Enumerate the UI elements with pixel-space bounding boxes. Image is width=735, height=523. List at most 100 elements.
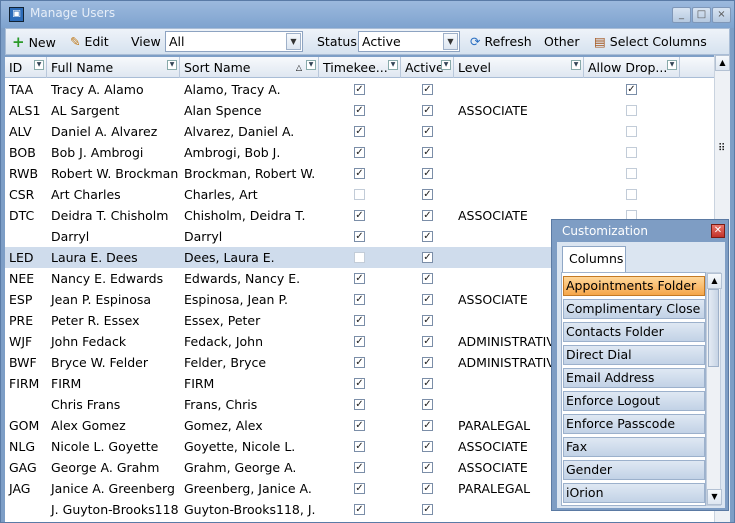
checkbox-drop[interactable]	[626, 189, 637, 200]
checkbox-time[interactable]: ✓	[354, 441, 365, 452]
checkbox-time[interactable]: ✓	[354, 84, 365, 95]
close-icon[interactable]: ✕	[711, 224, 725, 238]
checkbox-active[interactable]: ✓	[422, 210, 433, 221]
filter-icon[interactable]: ▼	[441, 60, 451, 70]
checkbox-time[interactable]: ✓	[354, 378, 365, 389]
checkbox-active[interactable]: ✓	[422, 357, 433, 368]
checkbox-active[interactable]: ✓	[422, 483, 433, 494]
checkbox-drop[interactable]	[626, 105, 637, 116]
checkbox-active[interactable]: ✓	[422, 504, 433, 515]
minimize-button[interactable]: _	[672, 7, 691, 23]
checkbox-time[interactable]: ✓	[354, 210, 365, 221]
edit-button[interactable]: ✎ Edit	[70, 33, 109, 51]
column-header-active[interactable]: Active ▼	[401, 57, 454, 78]
status-select[interactable]: Active ▼	[358, 31, 460, 52]
checkbox-active[interactable]: ✓	[422, 273, 433, 284]
checkbox-time[interactable]: ✓	[354, 273, 365, 284]
filter-icon[interactable]: ▼	[667, 60, 677, 70]
filter-icon[interactable]: ▼	[306, 60, 316, 70]
table-row[interactable]: TAA Tracy A. Alamo Alamo, Tracy A. ✓ ✓ ✓	[5, 79, 714, 100]
column-list-item[interactable]: Complimentary Close	[563, 299, 705, 319]
filter-icon[interactable]: ▼	[388, 60, 398, 70]
checkbox-time[interactable]: ✓	[354, 105, 365, 116]
checkbox-time[interactable]	[354, 252, 365, 263]
scroll-up-icon[interactable]: ▲	[715, 55, 730, 71]
checkbox-time[interactable]: ✓	[354, 504, 365, 515]
checkbox-active[interactable]: ✓	[422, 336, 433, 347]
table-row[interactable]: ALS1 AL Sargent Alan Spence ✓ ✓ ASSOCIATE	[5, 100, 714, 121]
maximize-button[interactable]: □	[692, 7, 711, 23]
column-list-item[interactable]: Gender	[563, 460, 705, 480]
table-row[interactable]: ALV Daniel A. Alvarez Alvarez, Daniel A. ✓ ✓	[5, 121, 714, 142]
checkbox-time[interactable]: ✓	[354, 399, 365, 410]
filter-icon[interactable]: ▼	[167, 60, 177, 70]
checkbox-active[interactable]: ✓	[422, 441, 433, 452]
checkbox-active[interactable]: ✓	[422, 126, 433, 137]
checkbox-active[interactable]: ✓	[422, 420, 433, 431]
checkbox-time[interactable]	[354, 189, 365, 200]
checkbox-time[interactable]: ✓	[354, 483, 365, 494]
select-columns-button[interactable]: ▤ Select Columns	[594, 33, 707, 51]
checkbox-time[interactable]: ✓	[354, 420, 365, 431]
close-button[interactable]: ×	[712, 7, 731, 23]
scroll-down-icon[interactable]: ▼	[707, 489, 722, 505]
checkbox-active[interactable]: ✓	[422, 315, 433, 326]
chevron-down-icon[interactable]: ▼	[286, 33, 301, 50]
tab-columns[interactable]: Columns	[562, 246, 626, 272]
column-list-item[interactable]: Fax	[563, 437, 705, 457]
checkbox-time[interactable]: ✓	[354, 231, 365, 242]
checkbox-active[interactable]: ✓	[422, 294, 433, 305]
scroll-thumb[interactable]	[708, 289, 719, 367]
filter-icon[interactable]: ▼	[34, 60, 44, 70]
checkbox-drop[interactable]	[626, 147, 637, 158]
checkbox-active[interactable]: ✓	[422, 399, 433, 410]
checkbox-time[interactable]: ✓	[354, 147, 365, 158]
checkbox-time[interactable]: ✓	[354, 336, 365, 347]
column-list-item[interactable]: Enforce Passcode	[563, 414, 705, 434]
checkbox-time[interactable]: ✓	[354, 357, 365, 368]
column-header-sort-name[interactable]: Sort Name △ ▼	[180, 57, 319, 78]
checkbox-active[interactable]: ✓	[422, 147, 433, 158]
checkbox-active[interactable]: ✓	[422, 462, 433, 473]
chevron-down-icon[interactable]: ▼	[443, 33, 458, 50]
checkbox-time[interactable]: ✓	[354, 315, 365, 326]
table-row[interactable]: RWB Robert W. Brockman Brockman, Robert W.…	[5, 163, 714, 184]
checkbox-active[interactable]: ✓	[422, 252, 433, 263]
checkbox-time[interactable]: ✓	[354, 294, 365, 305]
checkbox-active[interactable]: ✓	[422, 378, 433, 389]
cell-id: TAA	[9, 82, 34, 97]
cell-full-name: Art Charles	[51, 187, 121, 202]
checkbox-active[interactable]: ✓	[422, 105, 433, 116]
column-list-item[interactable]: Direct Dial	[563, 345, 705, 365]
column-list-item[interactable]: Email Address	[563, 368, 705, 388]
checkbox-drop[interactable]	[626, 168, 637, 179]
column-list-item[interactable]: iOrion	[563, 483, 705, 503]
column-header-timekeeper[interactable]: Timekee... ▼	[319, 57, 401, 78]
checkbox-active[interactable]: ✓	[422, 231, 433, 242]
checkbox-drop[interactable]	[626, 126, 637, 137]
column-list-item[interactable]: Appointments Folder	[563, 276, 705, 296]
column-list-item[interactable]: Contacts Folder	[563, 322, 705, 342]
checkbox-active[interactable]: ✓	[422, 168, 433, 179]
view-select[interactable]: All ▼	[165, 31, 303, 52]
table-row[interactable]: BOB Bob J. Ambrogi Ambrogi, Bob J. ✓ ✓	[5, 142, 714, 163]
column-header-full-name[interactable]: Full Name ▼	[47, 57, 180, 78]
checkbox-active[interactable]: ✓	[422, 84, 433, 95]
checkbox-time[interactable]: ✓	[354, 126, 365, 137]
column-header-level[interactable]: Level ▼	[454, 57, 584, 78]
checkbox-time[interactable]: ✓	[354, 462, 365, 473]
checkbox-time[interactable]: ✓	[354, 168, 365, 179]
filter-icon[interactable]: ▼	[571, 60, 581, 70]
refresh-button[interactable]: ⟳ Refresh	[470, 33, 532, 51]
checkbox-active[interactable]: ✓	[422, 189, 433, 200]
column-list-item[interactable]: Enforce Logout	[563, 391, 705, 411]
column-header-id[interactable]: ID ▼	[5, 57, 47, 78]
scroll-up-icon[interactable]: ▲	[707, 273, 722, 289]
other-button[interactable]: Other	[544, 33, 580, 51]
new-button[interactable]: + New	[12, 33, 56, 51]
cell-sort-name: Frans, Chris	[184, 397, 258, 412]
checkbox-drop[interactable]: ✓	[626, 84, 637, 95]
columns-list-scrollbar[interactable]: ▲ ▼	[706, 272, 722, 506]
column-header-allow-drop[interactable]: Allow Drop... ▼	[584, 57, 680, 78]
table-row[interactable]: CSR Art Charles Charles, Art ✓	[5, 184, 714, 205]
